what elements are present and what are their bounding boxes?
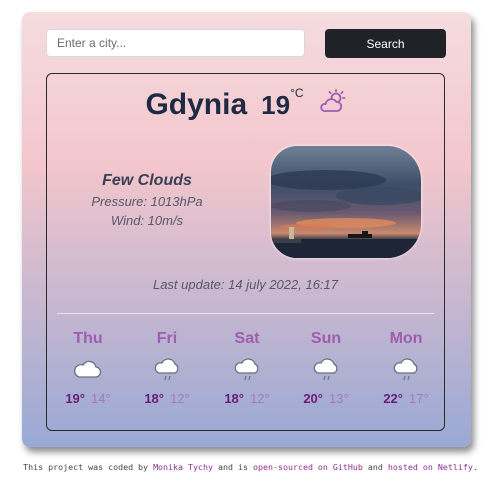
forecast-day: Sat 18° 12°: [212, 330, 282, 406]
city-photo: [271, 146, 421, 258]
forecast-day: Thu 19° 14°: [53, 330, 123, 406]
search-button[interactable]: Search: [325, 29, 446, 58]
forecast-min: 17°: [409, 391, 429, 406]
weather-card: Gdynia 19°C Few Clouds Pressure: 1013hPa …: [46, 73, 445, 431]
pressure-text: Pressure: 1013hPa: [91, 194, 203, 209]
city-search-input[interactable]: [46, 29, 305, 57]
author-link[interactable]: Monika Tychy: [153, 462, 213, 472]
forecast-min: 12°: [170, 391, 190, 406]
temperature-unit[interactable]: °C: [290, 86, 303, 100]
forecast-max: 22°: [383, 391, 403, 406]
forecast-row: Thu 19° 14° Fri 18° 12° Sat 18° 12° Sun 20°…: [47, 330, 444, 420]
cloud-icon: [74, 360, 102, 378]
forecast-day: Sun 20° 13°: [291, 330, 361, 406]
forecast-day: Fri 18° 12°: [132, 330, 202, 406]
last-update: Last update: 14 july 2022, 16:17: [152, 277, 339, 292]
wind-text: Wind: 10m/s: [110, 213, 184, 228]
partly-cloudy-icon: [318, 89, 346, 115]
forecast-min: 12°: [250, 391, 270, 406]
current-temperature: 19: [261, 89, 291, 120]
cloud-icon: [393, 358, 418, 381]
forecast-day-name: Thu: [73, 330, 103, 347]
forecast-day-name: Sun: [310, 330, 342, 347]
footer-text: and: [367, 462, 383, 472]
forecast-temps: 18° 12°: [212, 391, 282, 406]
cloud-icon: [154, 358, 179, 381]
forecast-temps: 20° 13°: [291, 391, 361, 406]
footer-text: and is: [218, 462, 248, 472]
forecast-day-name: Sat: [234, 330, 260, 347]
current-conditions: Few Clouds Pressure: 1013hPa Wind: 10m/s: [67, 172, 227, 228]
forecast-day: Mon 22° 17°: [371, 330, 441, 406]
footer-text: This project was coded by: [23, 462, 149, 472]
forecast-min: 13°: [329, 391, 349, 406]
current-weather-header: Gdynia 19°C: [47, 86, 444, 122]
divider: [57, 313, 434, 314]
forecast-temps: 19° 14°: [53, 391, 123, 406]
forecast-temps: 18° 12°: [132, 391, 202, 406]
weather-app: Search Gdynia19°C Few Clouds Pressure: [22, 12, 471, 447]
city-name: Gdynia: [145, 88, 248, 121]
footer-text: .: [472, 462, 478, 472]
forecast-day-name: Fri: [156, 330, 178, 347]
condition-text: Few Clouds: [102, 172, 192, 189]
cloud-icon: [313, 358, 338, 381]
forecast-min: 14°: [91, 391, 111, 406]
forecast-day-name: Mon: [389, 330, 423, 347]
forecast-max: 18°: [224, 391, 244, 406]
github-link[interactable]: open-sourced on GitHub: [253, 462, 363, 472]
netlify-link[interactable]: hosted on Netlify: [388, 462, 473, 472]
forecast-max: 20°: [303, 391, 323, 406]
cloud-icon: [234, 358, 259, 381]
footer: This project was coded by Monika Tychy a…: [0, 462, 501, 472]
forecast-temps: 22° 17°: [371, 391, 441, 406]
forecast-max: 19°: [65, 391, 85, 406]
forecast-max: 18°: [144, 391, 164, 406]
